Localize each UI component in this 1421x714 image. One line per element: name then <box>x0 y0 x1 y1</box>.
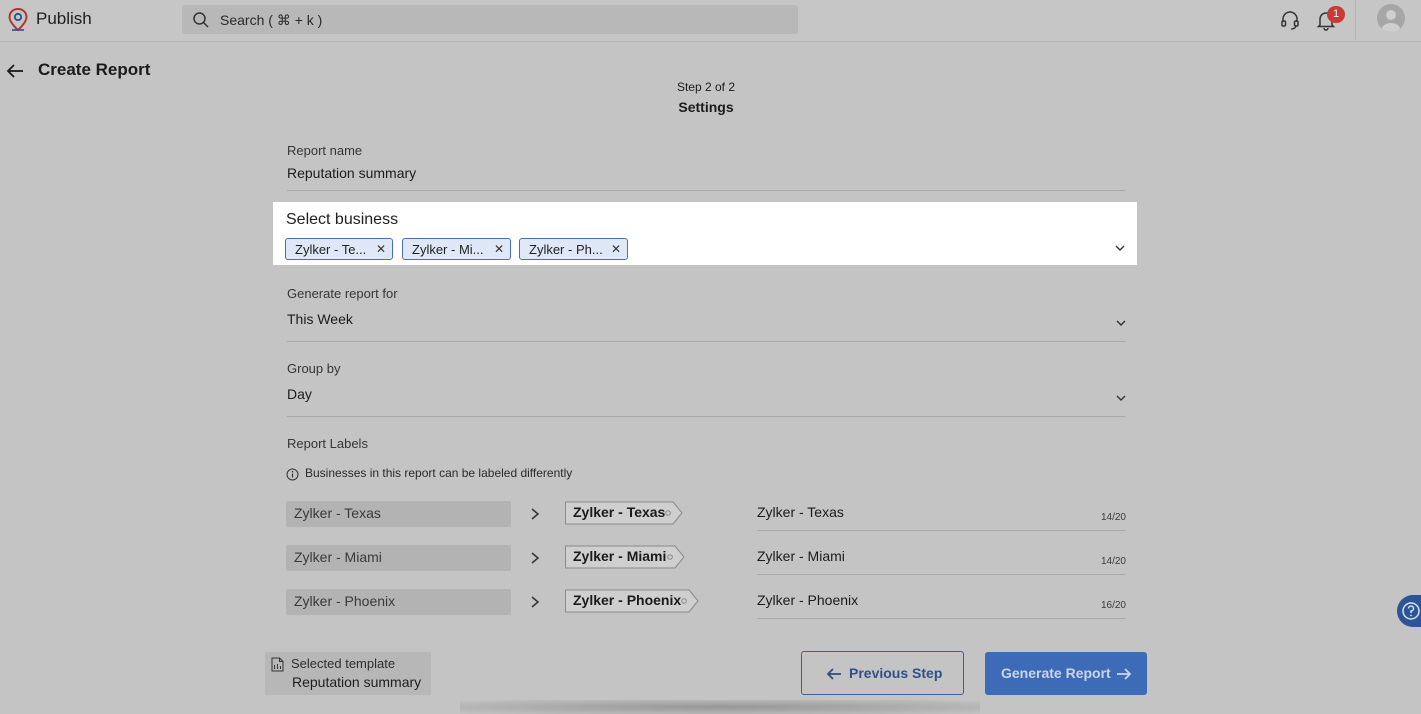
chevron-right-icon <box>531 508 540 520</box>
label-tag-text: Zylker - Miami <box>573 548 667 564</box>
template-label: Selected template <box>291 656 396 671</box>
selected-template[interactable]: Selected template Reputation summary <box>265 652 431 695</box>
previous-step-label: Previous Step <box>849 665 943 681</box>
arrow-right-icon <box>1117 668 1132 680</box>
label-source: Zylker - Phoenix <box>286 589 511 615</box>
label-input[interactable]: Zylker - Miami <box>757 544 1125 570</box>
app-name[interactable]: Publish <box>36 9 92 29</box>
avatar-icon <box>1382 10 1400 32</box>
search-icon <box>193 12 209 28</box>
report-name-label: Report name <box>287 143 363 158</box>
label-tag-text: Zylker - Texas <box>573 504 666 520</box>
arrow-left-icon <box>826 668 841 680</box>
label-input-underline <box>757 574 1125 575</box>
char-counter: 14/20 <box>1100 556 1126 567</box>
close-icon[interactable]: ✕ <box>611 242 621 256</box>
app-logo-icon[interactable] <box>8 8 28 32</box>
chevron-right-icon <box>531 552 540 564</box>
label-tag-preview: Zylker - Texas <box>565 501 685 525</box>
label-input[interactable]: Zylker - Phoenix <box>757 588 1125 614</box>
chip-label: Zylker - Mi... <box>412 242 484 257</box>
generate-report-for-value[interactable]: This Week <box>287 311 1125 327</box>
report-name-value[interactable]: Reputation summary <box>287 165 1125 181</box>
top-bar: Publish 1 <box>0 0 1421 42</box>
business-chip[interactable]: Zylker - Te... ✕ <box>285 238 393 260</box>
notification-badge: 1 <box>1327 6 1345 23</box>
label-tag-text: Zylker - Phoenix <box>573 592 682 608</box>
label-tag-preview: Zylker - Miami <box>565 545 687 569</box>
avatar[interactable] <box>1377 4 1405 32</box>
generate-report-underline <box>287 341 1125 342</box>
previous-step-button[interactable]: Previous Step <box>801 651 964 695</box>
template-file-icon <box>271 657 284 672</box>
label-input[interactable]: Zylker - Texas <box>757 500 1125 526</box>
char-counter: 16/20 <box>1100 600 1126 611</box>
report-name-field[interactable]: Report name Reputation summary <box>287 143 1125 181</box>
template-name: Reputation summary <box>292 674 422 690</box>
group-by-underline <box>287 416 1125 417</box>
chevron-down-icon[interactable] <box>1115 392 1127 404</box>
bottom-shadow <box>460 700 980 714</box>
label-input-underline <box>757 530 1125 531</box>
chip-label: Zylker - Te... <box>295 242 367 257</box>
back-arrow-icon[interactable] <box>6 61 26 81</box>
select-business-label: Select business <box>286 211 399 228</box>
search-bar[interactable] <box>182 5 798 34</box>
search-input[interactable] <box>220 10 780 30</box>
headset-icon[interactable] <box>1279 9 1301 31</box>
help-icon <box>1402 602 1420 620</box>
group-by-field[interactable]: Group by Day <box>287 361 1125 402</box>
label-source: Zylker - Texas <box>286 501 511 527</box>
step-label: Step 2 of 2 <box>676 80 736 94</box>
step-title: Settings <box>678 99 734 115</box>
report-labels-info: Businesses in this report can be labeled… <box>305 466 573 480</box>
close-icon[interactable]: ✕ <box>494 242 504 256</box>
generate-report-button[interactable]: Generate Report <box>985 652 1147 695</box>
chevron-down-icon[interactable] <box>1115 317 1127 329</box>
chevron-down-icon[interactable] <box>1114 242 1126 254</box>
info-icon <box>286 468 299 481</box>
generate-report-label: Generate Report <box>1001 665 1111 681</box>
char-counter: 14/20 <box>1100 512 1126 523</box>
chevron-right-icon <box>531 596 540 608</box>
business-chip[interactable]: Zylker - Mi... ✕ <box>402 238 511 260</box>
report-labels-heading: Report Labels <box>287 436 368 451</box>
help-button[interactable] <box>1397 595 1421 627</box>
report-name-underline <box>287 190 1125 191</box>
group-by-value[interactable]: Day <box>287 386 1125 402</box>
label-source: Zylker - Miami <box>286 545 511 571</box>
page-title: Create Report <box>38 60 151 79</box>
label-input-underline <box>757 618 1125 619</box>
close-icon[interactable]: ✕ <box>376 242 386 256</box>
business-chip[interactable]: Zylker - Ph... ✕ <box>519 238 628 260</box>
group-by-label: Group by <box>287 361 341 376</box>
header-divider <box>1355 0 1356 40</box>
chip-label: Zylker - Ph... <box>529 242 603 257</box>
label-tag-preview: Zylker - Phoenix <box>565 589 701 613</box>
generate-report-for-field[interactable]: Generate report for This Week <box>287 286 1125 327</box>
generate-report-for-label: Generate report for <box>287 286 398 301</box>
